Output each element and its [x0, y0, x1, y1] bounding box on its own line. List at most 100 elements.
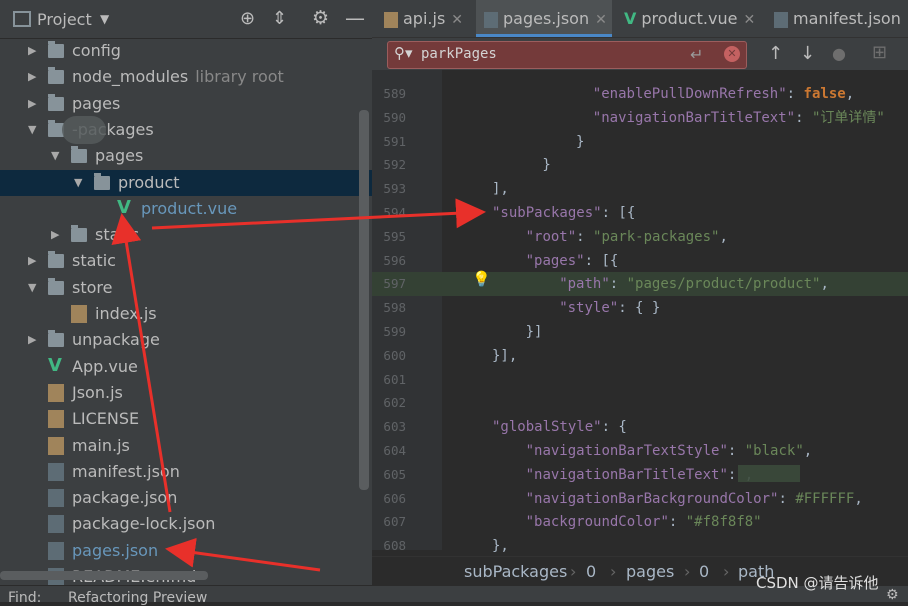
chevron-right-icon[interactable]: ▶ — [28, 91, 36, 117]
tree-item[interactable]: index.js — [0, 301, 372, 327]
code-line[interactable]: 600}], — [372, 344, 908, 368]
collapse-icon[interactable]: ⇕ — [272, 8, 287, 29]
chevron-down-icon[interactable]: ▼ — [100, 12, 109, 26]
project-title[interactable]: Project — [37, 10, 92, 29]
locate-icon[interactable]: ⊕ — [240, 8, 255, 29]
code-token: "navigationBarBackgroundColor" — [525, 490, 779, 507]
breadcrumb-item[interactable]: pages — [626, 562, 674, 581]
tree-item[interactable]: package-lock.json — [0, 511, 372, 537]
breadcrumb-separator: › — [684, 562, 691, 581]
tab-manifest-json[interactable]: manifest.json — [766, 0, 908, 37]
tree-item[interactable]: LICENSE — [0, 406, 372, 432]
refactoring-preview-tab[interactable]: Refactoring Preview — [68, 590, 207, 606]
code-content: "backgroundColor": "#f8f8f8" — [526, 510, 762, 534]
gear-icon[interactable]: ⚙ — [312, 7, 329, 29]
lightbulb-icon[interactable]: 💡 — [472, 270, 491, 288]
tree-item[interactable]: ▶ node_modules library root — [0, 64, 372, 90]
tree-item[interactable]: main.js — [0, 433, 372, 459]
line-number: 603 — [383, 419, 406, 435]
chevron-down-icon[interactable]: ▼ — [74, 170, 82, 196]
add-selection-icon[interactable]: ⊞ — [872, 42, 887, 63]
line-number: 589 — [383, 86, 406, 101]
tree-item[interactable]: V App.vue — [0, 354, 372, 380]
tree-item[interactable]: Vproduct.vue — [0, 196, 372, 222]
search-icon[interactable]: ⚲▾ — [394, 44, 413, 62]
code-content: "navigationBarTitleText": "订单详情" — [593, 106, 885, 130]
chevron-down-icon[interactable]: ▼ — [28, 275, 36, 301]
code-line[interactable]: 595 "root": "park-packages", — [372, 225, 908, 249]
tree-item[interactable]: pages.json — [0, 538, 372, 564]
tab-pages-json[interactable]: pages.json ✕ — [476, 0, 612, 37]
find-options-icon[interactable]: ● — [832, 44, 846, 63]
code-token: : [{ — [601, 205, 636, 221]
tree-item[interactable]: ▶ static — [0, 248, 372, 274]
tree-horizontal-scrollbar[interactable] — [0, 571, 208, 580]
close-icon[interactable]: ✕ — [595, 12, 607, 28]
tab-api-js[interactable]: api.js ✕ — [376, 0, 472, 37]
line-number: 605 — [383, 466, 406, 482]
clear-icon[interactable]: ✕ — [724, 46, 740, 62]
chevron-right-icon[interactable]: ▶ — [51, 222, 59, 248]
tree-item[interactable]: ▼ -packages — [0, 117, 372, 143]
code-line[interactable]: 593], — [372, 177, 908, 201]
code-line[interactable]: 589 "enablePullDownRefresh": false, — [372, 82, 908, 106]
chevron-right-icon[interactable]: ▶ — [28, 248, 36, 274]
code-line[interactable]: 607 "backgroundColor": "#f8f8f8" — [372, 510, 908, 534]
arrow-up-icon[interactable]: ↑ — [768, 43, 783, 64]
search-input[interactable]: ⚲▾ parkPages ↵ ✕ — [387, 41, 747, 69]
code-line[interactable]: 601 — [372, 368, 908, 392]
code-line[interactable]: 604 "navigationBarTextStyle": "black", — [372, 439, 908, 463]
code-line[interactable]: 591} — [372, 130, 908, 154]
line-number: 602 — [383, 395, 406, 411]
line-number: 598 — [383, 300, 406, 316]
tree-item[interactable]: manifest.json — [0, 459, 372, 485]
code-token: "pages/product/product" — [626, 276, 821, 293]
code-line[interactable]: 594 "subPackages": [{ — [372, 201, 908, 225]
js-file-icon — [48, 410, 64, 429]
code-line[interactable]: 599}] — [372, 320, 908, 344]
code-line[interactable]: 605 "navigationBarTitleText": , — [372, 463, 908, 487]
code-line[interactable]: 597 "path": "pages/product/product", — [372, 272, 908, 297]
tree-item-label: store — [72, 277, 113, 297]
chevron-right-icon[interactable]: ▶ — [28, 64, 36, 90]
breadcrumb-item[interactable]: 0 — [699, 562, 709, 581]
chevron-right-icon[interactable]: ▶ — [28, 327, 36, 353]
tree-item[interactable]: ▶ static — [0, 222, 372, 248]
enter-icon[interactable]: ↵ — [690, 45, 703, 64]
tree-item[interactable]: ▼ store — [0, 275, 372, 301]
code-line[interactable]: 590 "navigationBarTitleText": "订单详情" — [372, 106, 908, 130]
code-token: , — [719, 228, 728, 245]
tree-item[interactable]: Json.js — [0, 380, 372, 406]
tree-item[interactable]: ▼ pages — [0, 143, 372, 169]
tree-item[interactable]: ▼ product — [0, 169, 372, 196]
code-line[interactable]: 606 "navigationBarBackgroundColor": #FFFF… — [372, 487, 908, 511]
arrow-down-icon[interactable]: ↓ — [800, 43, 815, 64]
code-line[interactable]: 596 "pages": [{ — [372, 249, 908, 273]
tree-item-label: static — [95, 225, 139, 245]
chevron-down-icon[interactable]: ▼ — [51, 143, 59, 169]
code-token: ], — [492, 181, 509, 198]
close-icon[interactable]: ✕ — [743, 12, 755, 28]
tree-item-suffix: library root — [195, 67, 284, 87]
code-token: : [{ — [584, 252, 619, 269]
close-icon[interactable]: ✕ — [451, 12, 463, 28]
breadcrumb-item[interactable]: subPackages — [464, 562, 567, 581]
code-line[interactable]: 602 — [372, 391, 908, 415]
code-line[interactable]: 608}, — [372, 534, 908, 558]
tree-item[interactable]: ▶ config — [0, 38, 372, 64]
tree-item[interactable]: package.json — [0, 485, 372, 511]
tree-item[interactable]: ▶ unpackage — [0, 327, 372, 353]
chevron-down-icon[interactable]: ▼ — [28, 117, 36, 143]
search-row: ⚲▾ parkPages ↵ ✕ ↑ ↓ ● ⊞ — [372, 38, 908, 70]
code-line[interactable]: 603 "globalStyle": { — [372, 415, 908, 439]
minimize-icon[interactable]: — — [345, 6, 365, 30]
chevron-right-icon[interactable]: ▶ — [28, 38, 36, 64]
code-token: }], — [492, 347, 518, 364]
breadcrumb-item[interactable]: 0 — [586, 562, 596, 581]
code-line[interactable]: 598 "style": { } — [372, 296, 908, 320]
tab-product-vue[interactable]: Vproduct.vue ✕ — [616, 0, 762, 37]
code-line[interactable]: 592} — [372, 153, 908, 177]
code-token: "park-packages" — [593, 228, 720, 245]
tree-item[interactable]: ▶ pages — [0, 91, 372, 117]
tree-vertical-scrollbar[interactable] — [359, 110, 369, 490]
